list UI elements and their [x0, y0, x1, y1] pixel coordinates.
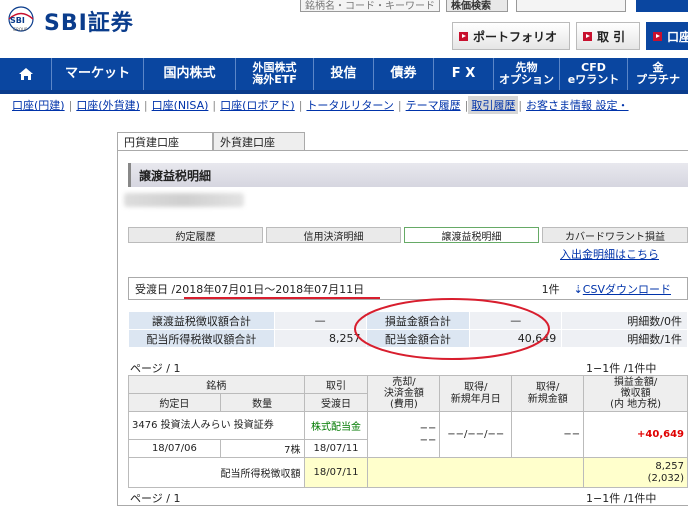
tab-yen-account[interactable]: 円貨建口座 — [117, 132, 213, 150]
subnav-trade-history[interactable]: 取引履歴 — [468, 96, 519, 114]
pager-bottom: ページ / 1 — [130, 492, 181, 505]
nav-foreign-stock[interactable]: 外国株式 海外ETF — [236, 58, 314, 90]
subtab-margin-settlement[interactable]: 信用決済明細 — [266, 227, 401, 243]
trade-button[interactable]: 取 引 — [576, 22, 640, 50]
settle-date: 18/07/11 — [303, 439, 369, 458]
nav-divider — [0, 90, 688, 94]
arrow-icon — [653, 31, 662, 41]
download-icon: ⇣ — [573, 282, 583, 296]
col-exec-date: 約定日 — [128, 393, 221, 412]
dividend-tax-label: 配当所得税徴収額 — [128, 457, 305, 488]
login-input[interactable] — [516, 0, 626, 12]
annotation-underline — [184, 297, 380, 299]
period-label: 受渡日 / — [135, 282, 176, 296]
trade-kind: 株式配当金 — [303, 411, 369, 440]
account-button[interactable]: 口座 — [646, 22, 688, 50]
summary-count: 明細数/1件 — [561, 329, 688, 348]
global-nav: マーケット 国内株式 外国株式 海外ETF 投信 債券 F X 先物 オプション… — [0, 58, 688, 90]
subnav-nisa[interactable]: 口座(NISA) — [148, 97, 213, 113]
summary-count: 明細数/0件 — [561, 311, 688, 330]
nav-bond[interactable]: 債券 — [374, 58, 434, 90]
tab-foreign-account[interactable]: 外貨建口座 — [213, 132, 305, 150]
col-torihiki: 取引 — [303, 375, 369, 394]
sell-amount: −− −− — [367, 411, 441, 458]
subnav-theme-history[interactable]: テーマ履歴 — [402, 97, 465, 113]
col-meigara: 銘柄 — [128, 375, 305, 394]
search-input[interactable]: 銘柄名・コード・キーワード — [300, 0, 440, 12]
nav-gold[interactable]: 金 プラチナ — [628, 58, 688, 90]
table-row: 3476 投資法人みらい 投資証券 株式配当金 −− −− −−/−−/−− −−… — [128, 411, 688, 458]
detail-header-row: 銘柄 取引 売却/ 決済金額 (費用) 取得/ 新規年月日 取得/ 新規金額 損… — [128, 375, 688, 412]
acq-amount: −− — [511, 411, 585, 458]
subnav-roboad[interactable]: 口座(ロボアド) — [216, 97, 299, 113]
col-quantity: 数量 — [219, 393, 305, 412]
subtab-capital-gains-tax[interactable]: 譲渡益税明細 — [404, 227, 539, 243]
col-sell-amount: 売却/ 決済金額 (費用) — [367, 375, 441, 412]
col-settle-date: 受渡日 — [303, 393, 369, 412]
dividend-tax-date: 18/07/11 — [303, 457, 369, 488]
col-profit: 損益金額/ 徴収額 (内 地方税) — [583, 375, 688, 412]
subnav-foreign-account[interactable]: 口座(外貨建) — [72, 97, 144, 113]
nav-market[interactable]: マーケット — [52, 58, 144, 90]
summary-label: 譲渡益税徴収額合計 — [128, 311, 275, 330]
svg-text:GROUP: GROUP — [13, 27, 28, 32]
table-row: 配当所得税徴収額 18/07/11 8,257 (2,032) — [128, 457, 688, 488]
col-acq-amount: 取得/ 新規金額 — [511, 375, 585, 412]
page-title: 譲渡益税明細 — [128, 163, 688, 187]
csv-download-link[interactable]: ⇣CSVダウンロード — [574, 281, 671, 297]
account-subnav: 口座(円建) | 口座(外貨建) | 口座(NISA) | 口座(ロボアド) | トータ… — [0, 96, 688, 114]
pager-range-bottom: 1−1件 /1件中 — [586, 492, 657, 505]
nav-fund[interactable]: 投信 — [314, 58, 374, 90]
sbi-logo-icon: SBI GROUP — [8, 6, 34, 32]
subnav-yen-account[interactable]: 口座(円建) — [0, 97, 69, 113]
empty-cell — [367, 457, 585, 488]
search-button[interactable]: 株価検索 — [446, 0, 508, 12]
dividend-tax-amount: 8,257 (2,032) — [583, 457, 688, 488]
col-acq-date: 取得/ 新規年月日 — [439, 375, 513, 412]
period-range: 2018年07月01日～2018年07月11日 — [175, 282, 365, 296]
cash-detail-link[interactable]: 入出金明細はこちら — [560, 246, 659, 262]
login-button[interactable] — [636, 0, 688, 12]
masked-account-info — [124, 193, 244, 207]
quantity: 7株 — [219, 439, 305, 458]
subtab-execution-history[interactable]: 約定履歴 — [128, 227, 263, 243]
summary-label: 配当所得税徴収額合計 — [128, 329, 275, 348]
brand-name: SBI証券 — [44, 11, 134, 36]
pager-range-top: 1−1件 /1件中 — [586, 362, 657, 375]
nav-cfd[interactable]: CFD eワラント — [560, 58, 628, 90]
pager-top: ページ / 1 — [130, 362, 181, 375]
annotation-ellipse — [354, 298, 550, 360]
home-button[interactable] — [0, 58, 52, 90]
result-count: 1件 — [541, 282, 560, 296]
arrow-icon — [459, 31, 468, 41]
subnav-total-return[interactable]: トータルリターン — [302, 97, 397, 113]
nav-futures[interactable]: 先物 オプション — [494, 58, 560, 90]
stock-name[interactable]: 3476 投資法人みらい 投資証券 — [128, 411, 305, 440]
acq-date: −−/−−/−− — [439, 411, 513, 458]
subnav-customer-settings[interactable]: お客さま情報 設定・ — [522, 97, 633, 113]
subtab-covered-warrant[interactable]: カバードワラント損益 — [542, 227, 688, 243]
arrow-icon — [583, 31, 592, 41]
detail-table: 銘柄 取引 売却/ 決済金額 (費用) 取得/ 新規年月日 取得/ 新規金額 損… — [128, 375, 688, 488]
nav-fx[interactable]: F X — [434, 58, 494, 90]
nav-domestic-stock[interactable]: 国内株式 — [144, 58, 236, 90]
portfolio-button[interactable]: ポートフォリオ — [452, 22, 570, 50]
svg-text:SBI: SBI — [10, 16, 25, 25]
home-icon — [18, 68, 33, 80]
exec-date: 18/07/06 — [128, 439, 221, 458]
profit-amount: +40,649 — [583, 411, 688, 458]
